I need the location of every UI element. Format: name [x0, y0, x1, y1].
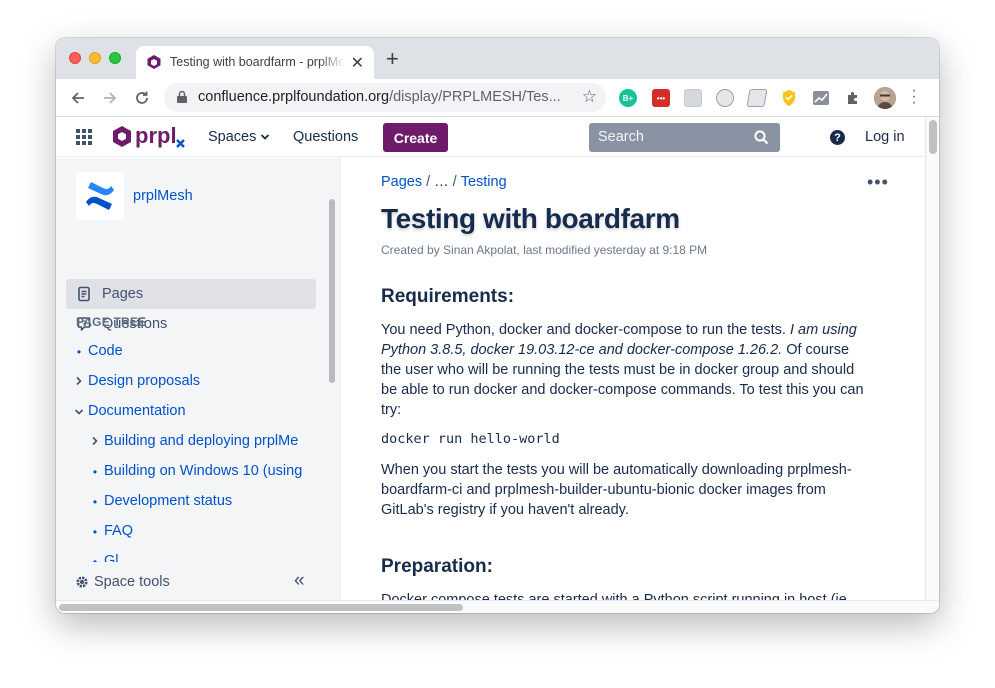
prpl-favicon-icon: [147, 55, 161, 69]
maximize-window-button[interactable]: [109, 52, 121, 64]
more-actions-icon[interactable]: •••: [867, 172, 889, 193]
url-text: confluence.prplfoundation.org/display/PR…: [198, 89, 561, 105]
sidebar-scrollbar[interactable]: [329, 199, 335, 383]
search-icon: [754, 130, 769, 145]
bullet-icon: •: [92, 495, 98, 509]
browser-menu-icon[interactable]: · · ·: [911, 83, 917, 111]
tab-close-icon[interactable]: ✕: [351, 53, 364, 73]
horizontal-scroll-thumb[interactable]: [59, 604, 463, 611]
space-tools-button[interactable]: Space tools: [94, 574, 170, 590]
chevron-down-icon[interactable]: [74, 405, 84, 419]
page-content: Pages /… / Testing ••• Testing with boardfa…: [342, 158, 925, 600]
tab-title: Testing with boardfarm - prplMesh - Conf…: [170, 55, 345, 69]
preparation-heading: Preparation:: [381, 556, 493, 577]
page-horizontal-scrollbar[interactable]: [56, 600, 939, 613]
breadcrumb-ellipsis[interactable]: …: [434, 174, 449, 190]
space-logo[interactable]: [76, 172, 124, 220]
page-title: Testing with boardfarm: [381, 203, 680, 234]
lock-icon: [177, 90, 187, 103]
prpl-logo[interactable]: prpl: [110, 123, 190, 157]
profile-avatar[interactable]: [874, 87, 896, 109]
lastpass-extension-icon[interactable]: •••: [652, 89, 670, 107]
browser-window: Testing with boardfarm - prplMesh - Conf…: [56, 38, 939, 613]
requirements-paragraph: You need Python, docker and docker-compo…: [381, 322, 864, 418]
requirements-heading: Requirements:: [381, 286, 515, 307]
page-tree-heading: PAGE TREE: [76, 315, 147, 329]
sidebar-footer: Space tools «: [56, 562, 326, 600]
space-sidebar: prplMesh Pages ? Questions PAGE TREE • C…: [56, 158, 341, 600]
close-window-button[interactable]: [69, 52, 81, 64]
back-icon[interactable]: [67, 87, 89, 109]
pages-icon: [78, 286, 90, 302]
shield-extension-icon[interactable]: [780, 89, 798, 107]
chevron-down-icon: [261, 134, 270, 140]
vertical-scroll-thumb[interactable]: [929, 120, 937, 154]
forward-icon[interactable]: [99, 87, 121, 109]
spaces-menu[interactable]: Spaces: [208, 129, 270, 145]
confluence-icon: [86, 182, 114, 210]
bullet-icon: •: [92, 525, 98, 539]
browser-toolbar: confluence.prplfoundation.org/display/PR…: [56, 79, 939, 117]
confluence-header: prpl Spaces Questions Create Search ? Lo…: [56, 117, 925, 157]
reload-icon[interactable]: [131, 87, 153, 109]
grid-extension-icon[interactable]: [684, 89, 702, 107]
chevron-right-icon[interactable]: [74, 375, 84, 389]
breadcrumb-pages-link[interactable]: Pages: [381, 174, 422, 190]
login-link[interactable]: Log in: [865, 129, 905, 145]
new-tab-button[interactable]: +: [386, 48, 399, 70]
grammarly-extension-icon[interactable]: B+: [619, 89, 637, 107]
sidebar-item-pages[interactable]: Pages: [66, 279, 316, 309]
notes-extension-icon[interactable]: [746, 89, 768, 107]
code-snippet: docker run hello-world: [381, 431, 560, 447]
gear-icon: [76, 576, 88, 588]
bullet-icon: •: [92, 465, 98, 479]
browser-tab-active[interactable]: Testing with boardfarm - prplMesh - Conf…: [136, 46, 374, 79]
search-input[interactable]: Search: [589, 123, 780, 152]
chart-extension-icon[interactable]: [812, 89, 830, 107]
help-icon[interactable]: ?: [830, 130, 845, 145]
app-switcher-icon[interactable]: [76, 129, 92, 145]
page-vertical-scrollbar[interactable]: [925, 117, 939, 600]
bookmark-star-icon[interactable]: ☆: [582, 87, 597, 107]
minimize-window-button[interactable]: [89, 52, 101, 64]
preparation-paragraph: Docker compose tests are started with a …: [381, 592, 847, 600]
search-placeholder: Search: [598, 129, 644, 145]
collapse-sidebar-icon[interactable]: «: [294, 570, 305, 592]
clock-extension-icon[interactable]: [716, 89, 734, 107]
questions-link[interactable]: Questions: [293, 129, 358, 145]
address-bar[interactable]: confluence.prplfoundation.org/display/PR…: [164, 83, 606, 112]
chevron-right-icon[interactable]: [90, 435, 100, 449]
bullet-icon: •: [76, 345, 82, 359]
sidebar-item-label: Pages: [102, 286, 144, 302]
breadcrumb: Pages /… / Testing: [381, 174, 507, 190]
create-button[interactable]: Create: [383, 123, 448, 152]
prpl-logo-text: prpl: [135, 124, 177, 148]
extensions-puzzle-icon[interactable]: [844, 89, 862, 107]
tab-strip: Testing with boardfarm - prplMesh - Conf…: [56, 38, 939, 79]
space-name-link[interactable]: prplMesh: [133, 188, 193, 204]
breadcrumb-testing-link[interactable]: Testing: [461, 174, 507, 190]
download-paragraph: When you start the tests you will be aut…: [381, 462, 852, 518]
page-byline: Created by Sinan Akpolat, last modified …: [381, 243, 708, 257]
